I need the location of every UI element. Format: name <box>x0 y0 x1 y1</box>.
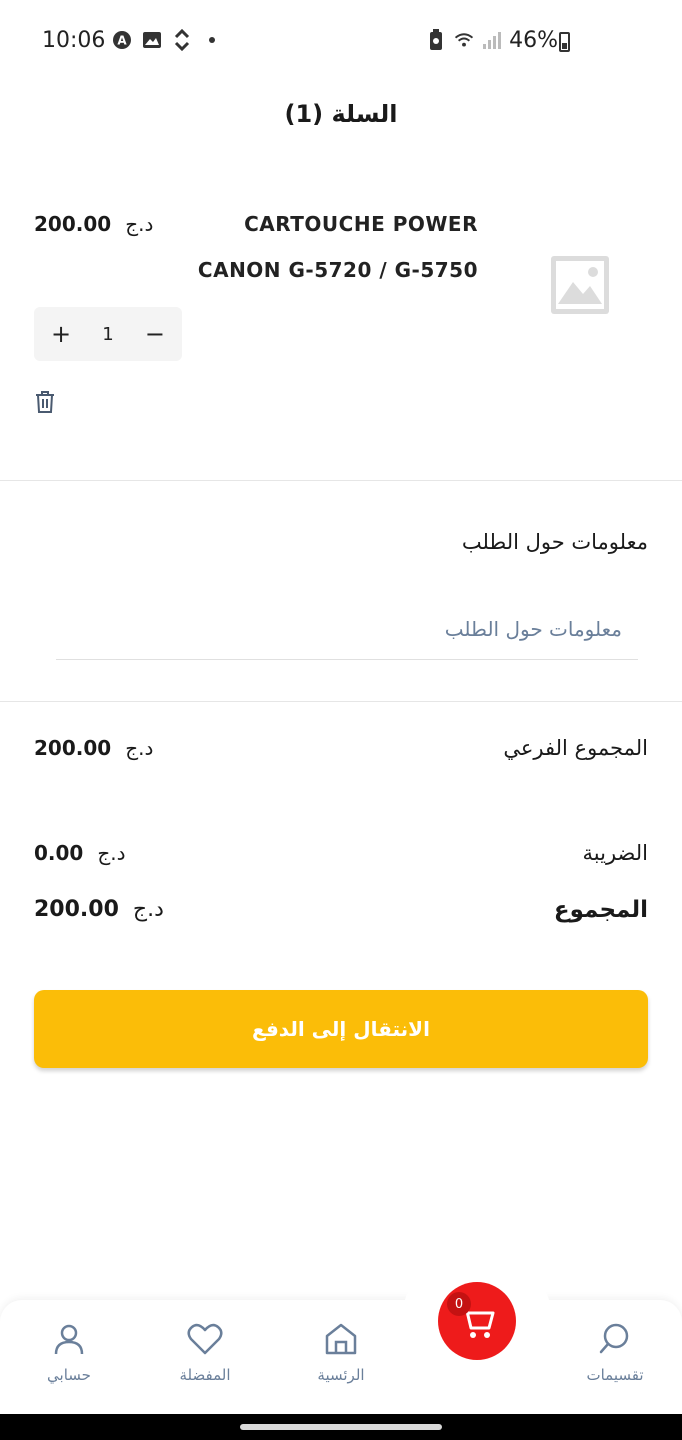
nav-account-label: حسابي <box>47 1366 91 1384</box>
nav-favorites[interactable]: المفضلة <box>150 1322 260 1384</box>
subtotal-amount: 200.00 <box>34 736 112 760</box>
tax-currency: د.ج <box>97 841 126 865</box>
nav-home-label: الرئسية <box>317 1366 365 1384</box>
product-image-placeholder[interactable] <box>512 210 648 360</box>
tax-value: 0.00 د.ج <box>34 841 126 865</box>
svg-text:A: A <box>117 34 127 48</box>
divider <box>0 480 682 481</box>
user-icon <box>54 1324 84 1355</box>
subtotal-label: المجموع الفرعي <box>503 736 648 760</box>
quantity-stepper: + 1 − <box>34 307 182 361</box>
battery-percent: 46% <box>509 28 558 53</box>
checkout-button[interactable]: الانتقال إلى الدفع <box>34 990 648 1068</box>
status-time: 10:06 <box>42 28 106 53</box>
order-info-title: معلومات حول الطلب <box>461 530 648 554</box>
total-value: 200.00 د.ج <box>34 897 164 922</box>
battery-icon <box>559 32 570 52</box>
dot-icon <box>202 30 222 50</box>
product-price: 200.00 د.ج <box>34 212 153 236</box>
battery-saver-icon <box>426 29 446 50</box>
nav-categories-label: تقسيمات <box>586 1366 644 1384</box>
subtotal-value: 200.00 د.ج <box>34 736 153 760</box>
order-info-input[interactable] <box>56 598 638 660</box>
product-price-currency: د.ج <box>125 212 154 236</box>
cart-count-badge: 0 <box>447 1292 471 1316</box>
divider <box>0 701 682 702</box>
page-title: السلة (1) <box>284 100 398 128</box>
sync-icon <box>172 29 192 51</box>
signal-icon <box>482 30 502 50</box>
image-placeholder-icon <box>551 256 609 314</box>
nav-home[interactable]: الرئسية <box>286 1322 396 1384</box>
total-label: المجموع <box>553 897 648 923</box>
search-icon <box>599 1323 629 1354</box>
trash-icon[interactable] <box>34 390 56 414</box>
home-icon <box>325 1323 357 1355</box>
a-circle-icon: A <box>112 30 132 50</box>
wifi-icon <box>454 30 474 50</box>
tax-amount: 0.00 <box>34 841 84 865</box>
total-currency: د.ج <box>132 897 164 922</box>
nav-favorites-label: المفضلة <box>179 1366 231 1384</box>
heart-icon <box>187 1323 223 1355</box>
home-gesture-handle[interactable] <box>240 1424 442 1430</box>
product-name-model[interactable]: CANON G-5720 / G-5750 <box>198 258 478 282</box>
decrement-button[interactable]: − <box>144 320 166 348</box>
status-system-icons <box>426 29 502 50</box>
image-icon <box>142 30 162 50</box>
quantity-value: 1 <box>102 323 114 345</box>
nav-categories[interactable]: تقسيمات <box>560 1322 670 1384</box>
tax-label: الضريبة <box>582 841 648 865</box>
nav-account[interactable]: حسابي <box>14 1322 124 1384</box>
total-amount: 200.00 <box>34 897 119 922</box>
product-name[interactable]: CARTOUCHE POWER <box>244 212 478 236</box>
subtotal-currency: د.ج <box>125 736 154 760</box>
status-notification-icons: A <box>112 29 222 51</box>
product-price-value: 200.00 <box>34 212 112 236</box>
status-bar: 10:06 A 46% <box>0 0 682 86</box>
increment-button[interactable]: + <box>50 320 72 348</box>
cart-button[interactable] <box>438 1282 516 1360</box>
